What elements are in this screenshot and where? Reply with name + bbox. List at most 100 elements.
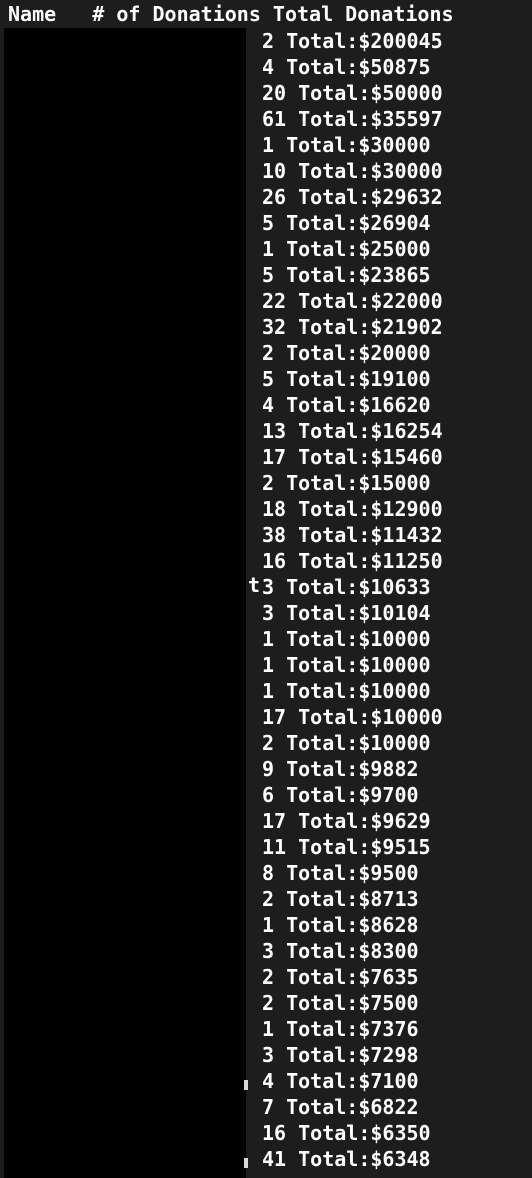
column-header-count: # of Donations — [92, 2, 261, 26]
donation-total: Total:$10000 — [286, 653, 431, 677]
donation-total: Total:$50875 — [286, 55, 431, 79]
table-row: 8 Total:$9500 — [262, 860, 532, 886]
table-row: 18 Total:$12900 — [262, 496, 532, 522]
donation-count: 16 — [262, 1121, 287, 1145]
donation-count: 3 — [262, 939, 275, 963]
donation-count: 2 — [262, 965, 275, 989]
donation-total: Total:$19100 — [286, 367, 431, 391]
donation-total: Total:$7298 — [286, 1043, 419, 1067]
donation-count: 2 — [262, 991, 275, 1015]
donation-total: Total:$10000 — [298, 705, 443, 729]
donation-total: Total:$16620 — [286, 393, 431, 417]
donation-count: 20 — [262, 81, 287, 105]
donation-count: 41 — [262, 1147, 287, 1171]
table-row: 17 Total:$10000 — [262, 704, 532, 730]
donation-total: Total:$50000 — [298, 81, 443, 105]
donation-count: 17 — [262, 445, 287, 469]
donation-count: 4 — [262, 55, 275, 79]
donation-total: Total:$22000 — [298, 289, 443, 313]
column-header-name: Name — [8, 2, 57, 26]
table-row: 1 Total:$10000 — [262, 626, 532, 652]
donation-total: Total:$30000 — [298, 159, 443, 183]
donation-total: Total:$10633 — [286, 575, 431, 599]
donation-total: Total:$35597 — [298, 107, 443, 131]
table-header: Name # of Donations Total Donations — [8, 0, 454, 26]
donation-total: Total:$200045 — [286, 29, 443, 53]
name-text-fragment — [244, 1158, 248, 1168]
donation-count: 4 — [262, 393, 275, 417]
donation-total: Total:$10104 — [286, 601, 431, 625]
donation-total: Total:$23865 — [286, 263, 431, 287]
donation-count: 1 — [262, 679, 275, 703]
donation-count: 4 — [262, 1069, 275, 1093]
donation-total: Total:$10000 — [286, 679, 431, 703]
donation-total: Total:$8628 — [286, 913, 419, 937]
donation-total: Total:$9882 — [286, 757, 419, 781]
table-row: 61 Total:$35597 — [262, 106, 532, 132]
donation-total: Total:$12900 — [298, 497, 443, 521]
donation-count: 3 — [262, 1043, 275, 1067]
table-row: 38 Total:$11432 — [262, 522, 532, 548]
table-row: 10 Total:$30000 — [262, 158, 532, 184]
donation-count: 7 — [262, 1095, 275, 1119]
table-row: 9 Total:$9882 — [262, 756, 532, 782]
donation-total: Total:$8300 — [286, 939, 419, 963]
table-row: 32 Total:$21902 — [262, 314, 532, 340]
partially-visible-name-text: t — [247, 573, 260, 597]
donation-total: Total:$7635 — [286, 965, 419, 989]
table-row: 1 Total:$10000 — [262, 678, 532, 704]
donation-total: Total:$7100 — [286, 1069, 419, 1093]
donation-count: 16 — [262, 549, 287, 573]
table-row: 4 Total:$7100 — [262, 1068, 532, 1094]
donation-count: 3 — [262, 575, 275, 599]
table-row: 2 Total:$200045 — [262, 28, 532, 54]
table-row: 2 Total:$8713 — [262, 886, 532, 912]
donation-count: 2 — [262, 887, 275, 911]
donation-total: Total:$15000 — [286, 471, 431, 495]
table-row: 17 Total:$9629 — [262, 808, 532, 834]
table-row: 5 Total:$23865 — [262, 262, 532, 288]
donation-count: 1 — [262, 913, 275, 937]
table-row: 1 Total:$10000 — [262, 652, 532, 678]
table-row: 7 Total:$6822 — [262, 1094, 532, 1120]
donation-total: Total:$9700 — [286, 783, 419, 807]
donation-total: Total:$6822 — [286, 1095, 419, 1119]
donation-total: Total:$10000 — [286, 627, 431, 651]
donation-total: Total:$11250 — [298, 549, 443, 573]
donation-count: 11 — [262, 835, 287, 859]
donation-total: Total:$6350 — [298, 1121, 431, 1145]
table-row: 1 Total:$8628 — [262, 912, 532, 938]
donation-count: 13 — [262, 419, 287, 443]
donation-count: 9 — [262, 757, 275, 781]
donation-total: Total:$7500 — [286, 991, 419, 1015]
table-row: 3 Total:$8300 — [262, 938, 532, 964]
donation-total: Total:$9515 — [298, 835, 431, 859]
donation-count: 1 — [262, 133, 275, 157]
table-row: 16 Total:$11250 — [262, 548, 532, 574]
table-row: 5 Total:$26904 — [262, 210, 532, 236]
name-column-redaction — [4, 28, 246, 1178]
table-row: 16 Total:$6350 — [262, 1120, 532, 1146]
donation-count: 10 — [262, 159, 287, 183]
table-row: 3 Total:$10633 — [262, 574, 532, 600]
donation-total: Total:$25000 — [286, 237, 431, 261]
column-header-total: Total Donations — [272, 2, 454, 26]
terminal-window: Name # of Donations Total Donations 2 To… — [0, 0, 532, 1178]
table-row: 22 Total:$22000 — [262, 288, 532, 314]
donation-count: 32 — [262, 315, 287, 339]
donation-rows: 2 Total:$200045 4 Total:$50875 20 Total:$5… — [262, 28, 532, 1172]
donation-count: 1 — [262, 653, 275, 677]
donation-count: 1 — [262, 1017, 275, 1041]
donation-count: 2 — [262, 731, 275, 755]
table-row: 2 Total:$15000 — [262, 470, 532, 496]
donation-total: Total:$10000 — [286, 731, 431, 755]
donation-total: Total:$6348 — [298, 1147, 431, 1171]
donation-total: Total:$26904 — [286, 211, 431, 235]
donation-count: 17 — [262, 809, 287, 833]
table-row: 11 Total:$9515 — [262, 834, 532, 860]
donation-total: Total:$21902 — [298, 315, 443, 339]
donation-count: 8 — [262, 861, 275, 885]
donation-count: 26 — [262, 185, 287, 209]
donation-total: Total:$9500 — [286, 861, 419, 885]
donation-count: 2 — [262, 341, 275, 365]
